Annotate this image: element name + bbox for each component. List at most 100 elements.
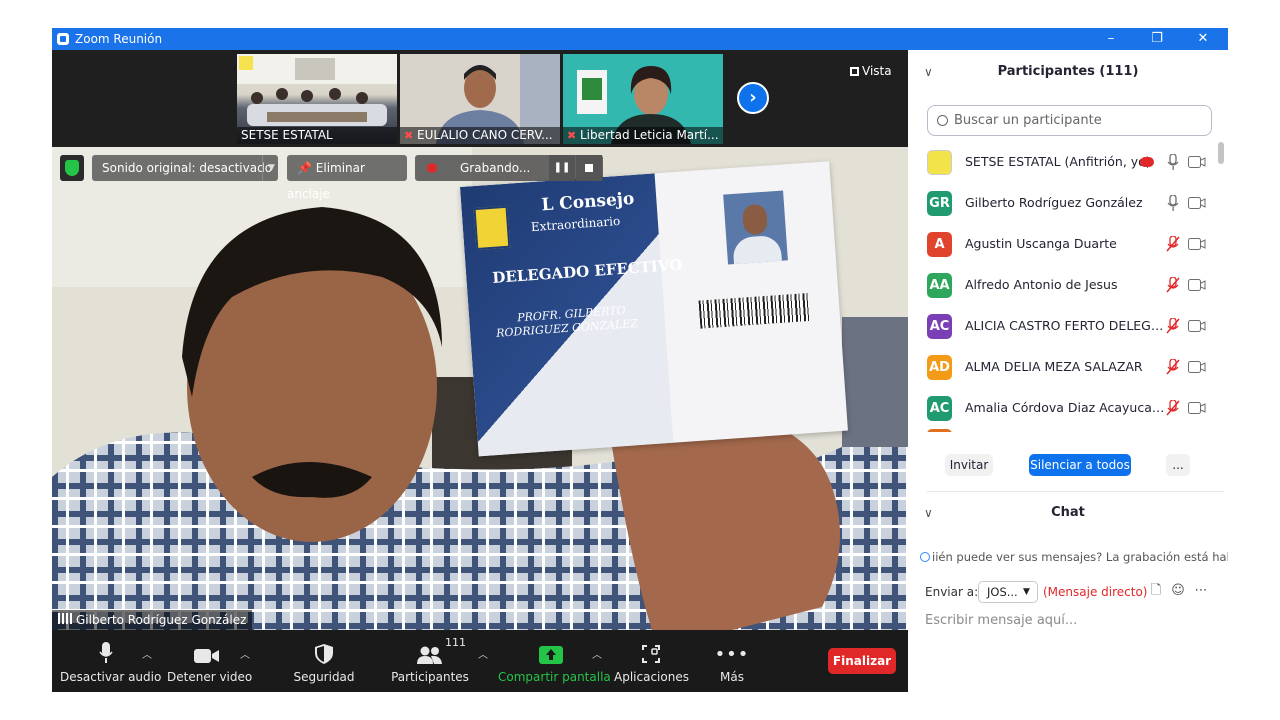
participant-row[interactable]: AC Amalia Córdova Diaz Acayucan ...	[908, 388, 1218, 429]
participants-title: Participantes (111)	[997, 64, 1139, 79]
apps-icon	[642, 645, 660, 663]
card-barcode	[698, 292, 811, 329]
next-page-button[interactable]: ›	[737, 82, 769, 114]
active-speaker-video: L Consejo Extraordinario DELEGADO EFECTI…	[52, 147, 908, 630]
view-button[interactable]: Vista	[850, 64, 892, 78]
zoom-window: Zoom Reunión – ❐ ✕ SETSE ESTATAL ✖ EULAL…	[52, 28, 1228, 692]
signal-bars-icon	[58, 613, 72, 624]
chat-visibility-notice: iién puede ver sus mensajes? La grabació…	[920, 550, 1228, 564]
thumbnail-strip: SETSE ESTATAL ✖ EULALIO CANO CERV... ✖ L…	[52, 50, 908, 147]
unpin-button[interactable]: 📌 Eliminar anclaje	[287, 155, 407, 201]
meeting-stage: SETSE ESTATAL ✖ EULALIO CANO CERV... ✖ L…	[52, 50, 908, 692]
minimize-button[interactable]: –	[1088, 28, 1134, 50]
pause-recording-button[interactable]: ❚❚	[549, 155, 575, 181]
card-logo	[473, 205, 511, 251]
participants-count: 111	[445, 636, 466, 649]
search-placeholder: Buscar un participante	[954, 113, 1102, 128]
video-camera-icon	[1188, 402, 1206, 414]
close-button[interactable]: ✕	[1180, 28, 1226, 50]
mic-muted-icon: ✖	[404, 129, 414, 142]
delegate-card: L Consejo Extraordinario DELEGADO EFECTI…	[460, 161, 848, 457]
encryption-badge[interactable]	[60, 155, 84, 181]
avatar: AC	[927, 396, 952, 421]
audio-options-caret[interactable]: ︿	[142, 646, 152, 661]
avatar: AA	[927, 273, 952, 298]
share-screen-icon	[539, 646, 563, 664]
participants-icon	[417, 646, 442, 664]
participant-row[interactable]: AA Alfredo Antonio de Jesus	[908, 265, 1218, 306]
window-title: Zoom Reunión	[75, 32, 163, 46]
avatar: A	[927, 232, 952, 257]
send-to-label: Enviar a:	[925, 585, 979, 599]
collapse-chat-icon[interactable]: ∨	[924, 491, 933, 535]
more-button[interactable]: ••• Más	[710, 630, 754, 692]
participant-row[interactable]: A Agustin Uscanga Duarte	[908, 224, 1218, 265]
invite-button[interactable]: Invitar	[945, 454, 993, 476]
chevron-down-icon: ▼	[262, 155, 275, 181]
participants-more-button[interactable]: ...	[1166, 454, 1190, 476]
thumbnail-name: ✖ Libertad Leticia Martí...	[563, 127, 723, 144]
more-dots-icon: •••	[714, 644, 750, 665]
recipient-select[interactable]: JOS... ▼	[978, 581, 1038, 603]
video-camera-icon	[1188, 197, 1206, 209]
collapse-participants-icon[interactable]: ∨	[924, 50, 933, 94]
zoom-app-icon	[57, 33, 69, 45]
participant-row[interactable]: AC ALICIA CASTRO FERTO DELEGAC...	[908, 306, 1218, 347]
avatar	[927, 429, 952, 432]
recording-indicator: Grabando... ❚❚	[415, 155, 603, 181]
thumbnail-eulalio[interactable]: ✖ EULALIO CANO CERV...	[400, 54, 560, 144]
mic-muted-icon	[1166, 359, 1180, 375]
mic-muted-icon	[1166, 236, 1180, 252]
video-camera-icon	[1188, 156, 1206, 168]
emoji-icon[interactable]: ☺	[1170, 583, 1186, 599]
avatar: AC	[927, 314, 952, 339]
avatar: AD	[927, 355, 952, 380]
chevron-right-icon: ›	[749, 87, 757, 108]
end-meeting-button[interactable]: Finalizar	[828, 648, 896, 674]
microphone-icon	[1167, 154, 1179, 170]
participant-row[interactable]: AD ALMA DELIA MEZA SALAZAR	[908, 347, 1218, 388]
title-bar: Zoom Reunión – ❐ ✕	[52, 28, 1228, 50]
meeting-toolbar: Desactivar audio ︿ Detener video ︿ Segur…	[52, 630, 908, 692]
participants-options-caret[interactable]: ︿	[478, 646, 488, 661]
chat-more-icon[interactable]: ⋯	[1193, 583, 1209, 599]
participant-list: SETSE ESTATAL (Anfitrión, yo) GR Gilbert…	[908, 142, 1218, 432]
video-camera-icon	[194, 649, 219, 663]
stop-video-button[interactable]: Detener video	[167, 630, 252, 692]
participant-row[interactable]: GR Gilberto Rodríguez González	[908, 183, 1218, 224]
video-options-caret[interactable]: ︿	[240, 646, 250, 661]
stop-icon	[585, 164, 593, 172]
mute-all-button[interactable]: Silenciar a todos	[1029, 454, 1131, 476]
video-camera-icon	[1188, 361, 1206, 373]
mic-muted-icon	[1166, 277, 1180, 293]
thumbnail-libertad[interactable]: ✖ Libertad Leticia Martí...	[563, 54, 723, 144]
stop-recording-button[interactable]	[576, 155, 602, 181]
mute-audio-button[interactable]: Desactivar audio	[60, 630, 161, 692]
record-icon	[427, 163, 437, 173]
pin-icon: 📌	[297, 161, 312, 175]
person-icon	[920, 552, 930, 562]
restore-button[interactable]: ❐	[1134, 28, 1180, 50]
microphone-icon	[1167, 195, 1179, 211]
share-screen-button[interactable]: Compartir pantalla	[498, 630, 611, 692]
participant-row[interactable]	[908, 429, 1218, 432]
participant-row[interactable]: SETSE ESTATAL (Anfitrión, yo)	[908, 142, 1218, 183]
security-button[interactable]: Seguridad	[289, 630, 359, 692]
card-photo	[723, 190, 788, 265]
chat-message-input[interactable]: Escribir mensaje aquí...	[925, 613, 1077, 628]
video-camera-icon	[1188, 238, 1206, 250]
participants-button[interactable]: 111 Participantes	[388, 630, 472, 692]
participants-header: ∨ Participantes (111)	[908, 50, 1228, 94]
thumbnail-name: SETSE ESTATAL	[237, 127, 397, 144]
participant-search-input[interactable]: Buscar un participante	[927, 105, 1212, 136]
participant-scrollbar[interactable]	[1218, 142, 1224, 432]
thumbnail-setse-estatal[interactable]: SETSE ESTATAL	[237, 54, 397, 144]
file-icon[interactable]: 🗋	[1148, 583, 1164, 599]
microphone-icon	[99, 642, 113, 663]
scroll-thumb[interactable]	[1218, 142, 1224, 164]
original-sound-button[interactable]: Sonido original: desactivado ▼	[92, 155, 278, 181]
chevron-down-icon: ▼	[1023, 587, 1030, 597]
share-options-caret[interactable]: ︿	[592, 646, 602, 661]
apps-button[interactable]: Aplicaciones	[614, 630, 689, 692]
direct-message-label: (Mensaje directo)	[1043, 585, 1148, 599]
